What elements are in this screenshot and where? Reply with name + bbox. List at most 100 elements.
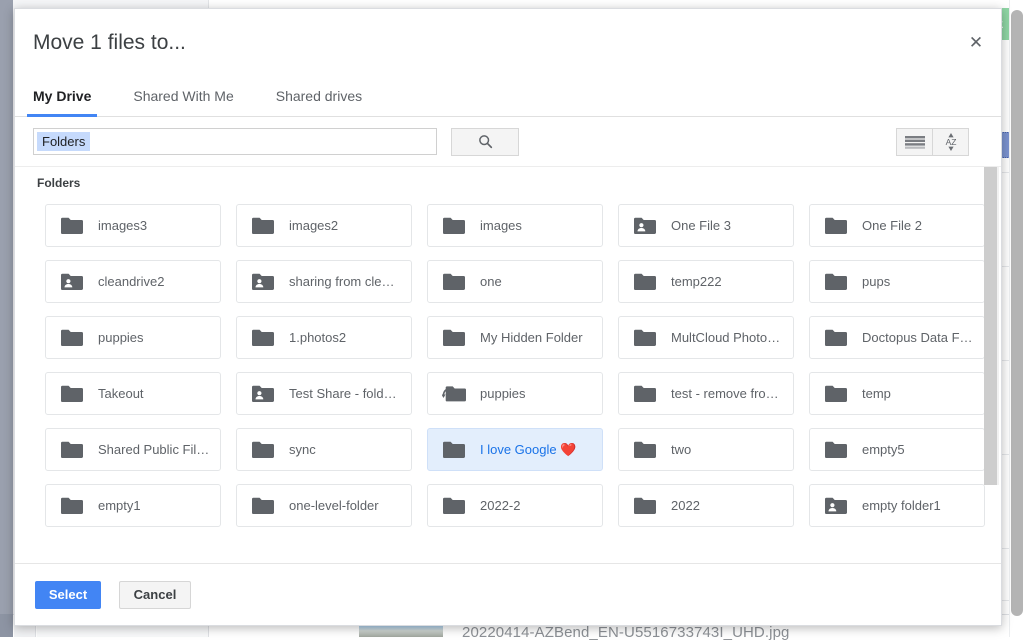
- folder-card[interactable]: temp222: [618, 260, 794, 303]
- folder-icon: [443, 329, 465, 347]
- folder-icon: [61, 329, 83, 347]
- folder-name: MultCloud Photos…: [671, 330, 783, 345]
- folder-name: One File 2: [862, 218, 922, 233]
- folder-icon: [825, 385, 847, 403]
- folder-icon: [825, 441, 847, 459]
- folder-card[interactable]: temp: [809, 372, 985, 415]
- folder-icon: [442, 272, 466, 292]
- folder-grid: images3 images2 images One File 3 One File 2…: [15, 190, 1001, 527]
- folder-card[interactable]: One File 3: [618, 204, 794, 247]
- sort-az-button[interactable]: AZ: [932, 128, 969, 156]
- dialog-footer: Select Cancel: [15, 563, 1001, 625]
- search-field-wrapper[interactable]: Folders: [33, 128, 437, 155]
- folder-name: 2022: [671, 498, 700, 513]
- folder-card[interactable]: My Hidden Folder: [427, 316, 603, 359]
- folder-icon: [824, 272, 848, 292]
- folder-card[interactable]: Shared Public File…: [45, 428, 221, 471]
- folder-name: sync: [289, 442, 316, 457]
- folder-icon: [442, 496, 466, 516]
- folder-card[interactable]: Doctopus Data Fil…: [809, 316, 985, 359]
- folder-card[interactable]: 2022: [618, 484, 794, 527]
- select-button[interactable]: Select: [35, 581, 101, 609]
- dialog-title: Move 1 files to...: [33, 31, 186, 55]
- folder-name: images3: [98, 218, 147, 233]
- view-toggle-group: AZ: [896, 128, 969, 156]
- folder-icon: [251, 440, 275, 460]
- page-scrollbar-track[interactable]: [1009, 0, 1024, 637]
- folder-browser: Folders images3images2imagesOne File 3On…: [15, 167, 1001, 563]
- search-input[interactable]: [90, 130, 433, 153]
- list-view-button[interactable]: [896, 128, 933, 156]
- folder-icon: [61, 217, 83, 235]
- folder-icon: [824, 328, 848, 348]
- folder-card[interactable]: images: [427, 204, 603, 247]
- folder-icon: [251, 216, 275, 236]
- folder-card[interactable]: puppies: [427, 372, 603, 415]
- page-scrollbar-thumb[interactable]: [1011, 10, 1023, 616]
- folder-card[interactable]: two: [618, 428, 794, 471]
- folder-icon: [251, 328, 275, 348]
- folder-card[interactable]: puppies: [45, 316, 221, 359]
- tab-my-drive[interactable]: My Drive: [33, 88, 91, 116]
- folder-card[interactable]: 1.photos2: [236, 316, 412, 359]
- folder-card[interactable]: one-level-folder: [236, 484, 412, 527]
- folder-name: temp222: [671, 274, 722, 289]
- folder-card[interactable]: sharing from clea…: [236, 260, 412, 303]
- folder-name: empty1: [98, 498, 141, 513]
- folder-name: My Hidden Folder: [480, 330, 583, 345]
- folder-icon: [633, 328, 657, 348]
- folder-shared-icon: [61, 273, 83, 291]
- folder-list-scrollbar-track[interactable]: [986, 167, 999, 485]
- folder-name: One File 3: [671, 218, 731, 233]
- folder-name: Shared Public File…: [98, 442, 210, 457]
- tab-shared-drives[interactable]: Shared drives: [276, 88, 362, 116]
- search-scope-chip[interactable]: Folders: [37, 132, 90, 151]
- folder-name: sharing from clea…: [289, 274, 401, 289]
- folder-icon: [60, 440, 84, 460]
- svg-text:AZ: AZ: [945, 137, 956, 147]
- folder-card[interactable]: empty1: [45, 484, 221, 527]
- folder-name: Takeout: [98, 386, 144, 401]
- folder-icon: [633, 272, 657, 292]
- cancel-button[interactable]: Cancel: [119, 581, 191, 609]
- folder-card[interactable]: I love Google ❤️: [427, 428, 603, 471]
- folder-icon: [60, 384, 84, 404]
- folder-card[interactable]: empty5: [809, 428, 985, 471]
- folder-card[interactable]: Takeout: [45, 372, 221, 415]
- folder-icon: [825, 273, 847, 291]
- folder-name: cleandrive2: [98, 274, 165, 289]
- folder-icon: [443, 273, 465, 291]
- folder-card[interactable]: images2: [236, 204, 412, 247]
- folder-card[interactable]: One File 2: [809, 204, 985, 247]
- folder-icon: [824, 384, 848, 404]
- folder-icon: [443, 217, 465, 235]
- folder-card[interactable]: pups: [809, 260, 985, 303]
- folder-card[interactable]: empty folder1: [809, 484, 985, 527]
- list-view-icon: [905, 136, 925, 149]
- folder-card[interactable]: 2022-2: [427, 484, 603, 527]
- folder-card[interactable]: test - remove fro…: [618, 372, 794, 415]
- folder-icon: [252, 329, 274, 347]
- folder-icon: [442, 328, 466, 348]
- tab-shared-with-me[interactable]: Shared With Me: [133, 88, 233, 116]
- folder-icon: [60, 496, 84, 516]
- folder-list-scrollbar-thumb[interactable]: [984, 167, 997, 485]
- folder-icon: [825, 329, 847, 347]
- folder-name: pups: [862, 274, 890, 289]
- folder-card[interactable]: MultCloud Photos…: [618, 316, 794, 359]
- folder-name: puppies: [98, 330, 144, 345]
- folder-card[interactable]: cleandrive2: [45, 260, 221, 303]
- dialog-tabs: My Drive Shared With Me Shared drives: [15, 71, 1001, 117]
- folder-name: one-level-folder: [289, 498, 379, 513]
- folder-card[interactable]: Test Share - folde…: [236, 372, 412, 415]
- folder-card[interactable]: sync: [236, 428, 412, 471]
- folder-icon: [61, 497, 83, 515]
- folder-card[interactable]: one: [427, 260, 603, 303]
- search-button[interactable]: [451, 128, 519, 156]
- folder-shared-icon: [252, 273, 274, 291]
- folder-shared-icon: [60, 272, 84, 292]
- folder-card[interactable]: images3: [45, 204, 221, 247]
- folder-icon: [825, 217, 847, 235]
- folder-icon: [442, 216, 466, 236]
- close-icon[interactable]: ✕: [965, 31, 987, 53]
